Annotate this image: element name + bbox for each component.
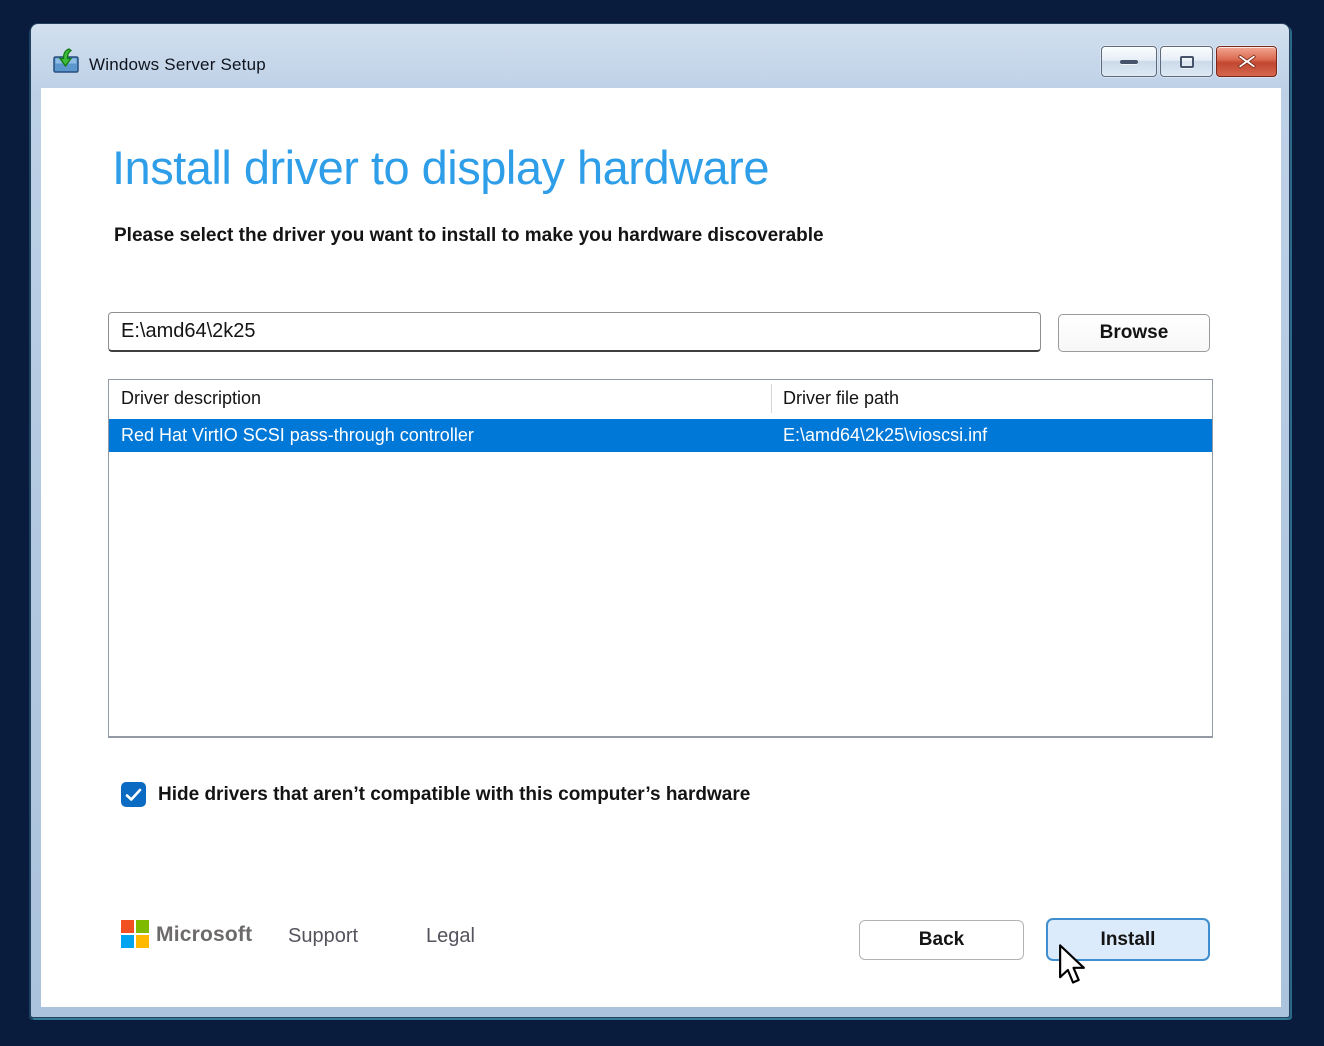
driver-list-header: Driver description Driver file path bbox=[109, 380, 1212, 417]
close-button[interactable] bbox=[1216, 46, 1277, 77]
support-link[interactable]: Support bbox=[288, 925, 358, 948]
title-bar[interactable]: Windows Server Setup bbox=[31, 24, 1289, 88]
ms-logo-square-blue bbox=[121, 935, 134, 948]
driver-row-selected[interactable]: Red Hat VirtIO SCSI pass-through control… bbox=[109, 419, 1212, 452]
window-title: Windows Server Setup bbox=[89, 55, 266, 75]
installer-disk-with-green-arrow-icon bbox=[52, 48, 80, 74]
dialog-content: Install driver to display hardware Pleas… bbox=[41, 88, 1281, 1007]
back-button[interactable]: Back bbox=[859, 920, 1024, 960]
legal-link[interactable]: Legal bbox=[426, 925, 475, 948]
hide-incompatible-checkbox[interactable] bbox=[121, 782, 146, 807]
column-header-driver-file-path[interactable]: Driver file path bbox=[771, 388, 1212, 409]
desktop-background: { "window": { "title": "Windows Server S… bbox=[0, 0, 1324, 1046]
driver-file-path-cell: E:\amd64\2k25\vioscsi.inf bbox=[771, 425, 1212, 446]
column-header-driver-description[interactable]: Driver description bbox=[109, 388, 771, 409]
ms-logo-square-yellow bbox=[136, 935, 149, 948]
browse-button[interactable]: Browse bbox=[1058, 314, 1210, 352]
driver-description-cell: Red Hat VirtIO SCSI pass-through control… bbox=[109, 425, 771, 446]
close-icon bbox=[1238, 54, 1256, 69]
minimize-icon bbox=[1120, 60, 1138, 64]
minimize-button[interactable] bbox=[1101, 46, 1157, 77]
ms-logo-square-red bbox=[121, 920, 134, 933]
arrow-cursor-icon bbox=[1058, 944, 1088, 986]
maximize-icon bbox=[1180, 56, 1194, 68]
page-subtitle: Please select the driver you want to ins… bbox=[114, 225, 824, 247]
microsoft-wordmark: Microsoft bbox=[156, 923, 252, 947]
page-title: Install driver to display hardware bbox=[112, 140, 769, 195]
column-separator[interactable] bbox=[771, 384, 772, 413]
driver-path-input[interactable] bbox=[108, 312, 1041, 352]
setup-window: Windows Server Setup Install driver to d… bbox=[30, 23, 1290, 1018]
ms-logo-square-green bbox=[136, 920, 149, 933]
hide-incompatible-label: Hide drivers that aren’t compatible with… bbox=[158, 784, 750, 806]
maximize-button[interactable] bbox=[1160, 46, 1213, 77]
microsoft-logo-icon bbox=[121, 920, 149, 948]
driver-list: Driver description Driver file path Red … bbox=[108, 379, 1213, 738]
checkmark-icon bbox=[125, 788, 142, 802]
hide-incompatible-checkbox-row[interactable]: Hide drivers that aren’t compatible with… bbox=[121, 782, 750, 807]
